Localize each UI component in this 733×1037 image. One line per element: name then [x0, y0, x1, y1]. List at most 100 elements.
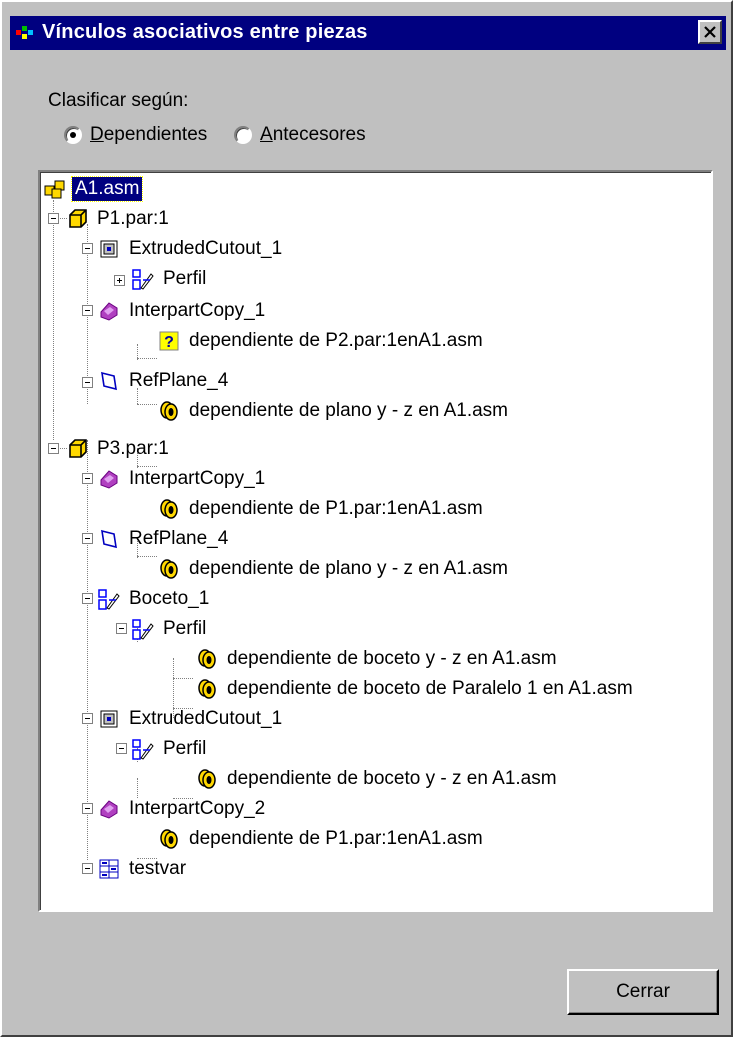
link-icon — [198, 679, 216, 699]
link-icon — [198, 769, 216, 789]
tree-node[interactable]: ExtrudedCutout_1 — [98, 234, 285, 264]
tree-node[interactable]: InterpartCopy_2 — [98, 794, 268, 824]
tree-node[interactable]: dependiente de P1.par:1enA1.asm — [158, 494, 486, 524]
expander[interactable] — [82, 377, 93, 388]
dialog-window: Vínculos asociativos entre piezas Clasif… — [0, 0, 733, 1037]
tree-node[interactable]: dependiente de plano y - z en A1.asm — [158, 554, 511, 584]
assembly-icon — [44, 180, 65, 199]
tree-node[interactable]: Perfil — [132, 734, 209, 764]
tree-node[interactable]: testvar — [98, 854, 189, 884]
tree-node-label: InterpartCopy_1 — [129, 300, 266, 321]
tree-node[interactable]: RefPlane_4 — [98, 524, 231, 554]
sketch-profile-icon — [132, 619, 154, 640]
part-icon — [69, 209, 87, 228]
expander[interactable] — [116, 743, 127, 754]
title-bar[interactable]: Vínculos asociativos entre piezas — [10, 16, 726, 50]
expander[interactable] — [82, 803, 93, 814]
tree-node[interactable]: dependiente de boceto de Paralelo 1 en A… — [196, 674, 636, 704]
tree-guide — [137, 404, 157, 405]
tree-node[interactable]: Perfil — [132, 264, 209, 294]
tree-node-label: InterpartCopy_1 — [129, 468, 266, 489]
expander[interactable] — [82, 305, 93, 316]
tree-node[interactable]: ExtrudedCutout_1 — [98, 704, 285, 734]
unknown-link-icon: ? — [159, 331, 179, 351]
expander[interactable] — [82, 473, 93, 484]
extruded-cutout-icon — [100, 710, 118, 728]
sketch-profile-icon — [132, 739, 154, 760]
radio-antecesores-label: Antecesores — [260, 124, 366, 145]
sketch-profile-icon — [98, 589, 120, 610]
ref-plane-icon — [101, 371, 117, 391]
tree-node-label: ExtrudedCutout_1 — [129, 708, 283, 729]
tree-node-label: P3.par:1 — [97, 438, 169, 459]
expander-p3[interactable] — [48, 443, 59, 454]
tree-node[interactable]: ? dependiente de P2.par:1enA1.asm — [158, 326, 486, 356]
interpart-copy-icon — [100, 800, 118, 819]
tree-guide — [53, 200, 54, 410]
variable-table-icon — [99, 859, 119, 879]
tree-node[interactable]: dependiente de plano y - z en A1.asm — [158, 396, 511, 426]
tree-root[interactable]: A1.asm — [44, 174, 144, 204]
svg-text:?: ? — [164, 334, 174, 351]
link-icon — [160, 499, 178, 519]
tree-node-label: Perfil — [163, 618, 207, 639]
tree-node[interactable]: dependiente de boceto y - z en A1.asm — [196, 764, 560, 794]
app-icon — [16, 26, 36, 40]
tree-node[interactable]: Perfil — [132, 614, 209, 644]
sketch-profile-icon — [132, 269, 154, 290]
expander[interactable] — [82, 243, 93, 254]
tree-node-label: dependiente de P2.par:1enA1.asm — [189, 330, 483, 351]
tree-node-label: P1.par:1 — [97, 208, 169, 229]
tree-node-label: RefPlane_4 — [129, 370, 229, 391]
link-icon — [160, 401, 178, 421]
expander[interactable] — [82, 533, 93, 544]
extruded-cutout-icon — [100, 240, 118, 258]
tree-node[interactable]: dependiente de P1.par:1enA1.asm — [158, 824, 486, 854]
window-title: Vínculos asociativos entre piezas — [42, 21, 368, 43]
dependency-tree[interactable]: A1.asm P1.par:1 ExtrudedCutout_1 Perfil … — [38, 170, 713, 912]
expander-p1[interactable] — [48, 213, 59, 224]
tree-guide — [137, 556, 157, 557]
tree-node-label: InterpartCopy_2 — [129, 798, 266, 819]
tree-node-label: Boceto_1 — [129, 588, 210, 609]
tree-node-label: dependiente de plano y - z en A1.asm — [189, 558, 509, 579]
interpart-copy-icon — [100, 470, 118, 489]
close-button[interactable]: Cerrar — [567, 969, 719, 1015]
tree-node[interactable]: dependiente de boceto y - z en A1.asm — [196, 644, 560, 674]
tree-node[interactable]: InterpartCopy_1 — [98, 464, 268, 494]
radio-antecesores[interactable]: Antecesores — [234, 122, 366, 148]
tree-guide — [137, 358, 157, 359]
tree-node-label: dependiente de boceto de Paralelo 1 en A… — [227, 678, 633, 699]
link-icon — [198, 649, 216, 669]
radio-antecesores-indicator[interactable] — [234, 126, 252, 144]
tree-node-label: dependiente de boceto y - z en A1.asm — [227, 648, 557, 669]
tree-node-p1[interactable]: P1.par:1 — [66, 204, 172, 234]
tree-guide — [87, 440, 88, 860]
tree-node-label: RefPlane_4 — [129, 528, 229, 549]
tree-node-label: dependiente de P1.par:1enA1.asm — [189, 828, 483, 849]
expander[interactable] — [116, 623, 127, 634]
tree-node-p3[interactable]: P3.par:1 — [66, 434, 172, 464]
expander[interactable] — [82, 713, 93, 724]
radio-dependientes-indicator[interactable] — [64, 126, 82, 144]
tree-guide — [173, 678, 193, 679]
tree-node[interactable]: Boceto_1 — [98, 584, 212, 614]
tree-node-label: Perfil — [163, 268, 207, 289]
tree-node-label: Perfil — [163, 738, 207, 759]
tree-guide — [53, 410, 54, 440]
tree-root-label: A1.asm — [70, 176, 144, 202]
tree-node[interactable]: RefPlane_4 — [98, 366, 231, 396]
link-icon — [160, 829, 178, 849]
radio-dependientes[interactable]: Dependientes — [64, 122, 207, 148]
part-icon — [69, 439, 87, 458]
interpart-copy-icon — [100, 302, 118, 321]
tree-node-label: dependiente de plano y - z en A1.asm — [189, 400, 509, 421]
title-close-button[interactable] — [698, 20, 722, 44]
link-icon — [160, 559, 178, 579]
close-icon — [704, 26, 716, 38]
expander[interactable] — [82, 863, 93, 874]
expander-perfil[interactable] — [114, 275, 125, 286]
tree-node[interactable]: InterpartCopy_1 — [98, 296, 268, 326]
expander[interactable] — [82, 593, 93, 604]
sort-label: Clasificar según: — [48, 90, 189, 111]
